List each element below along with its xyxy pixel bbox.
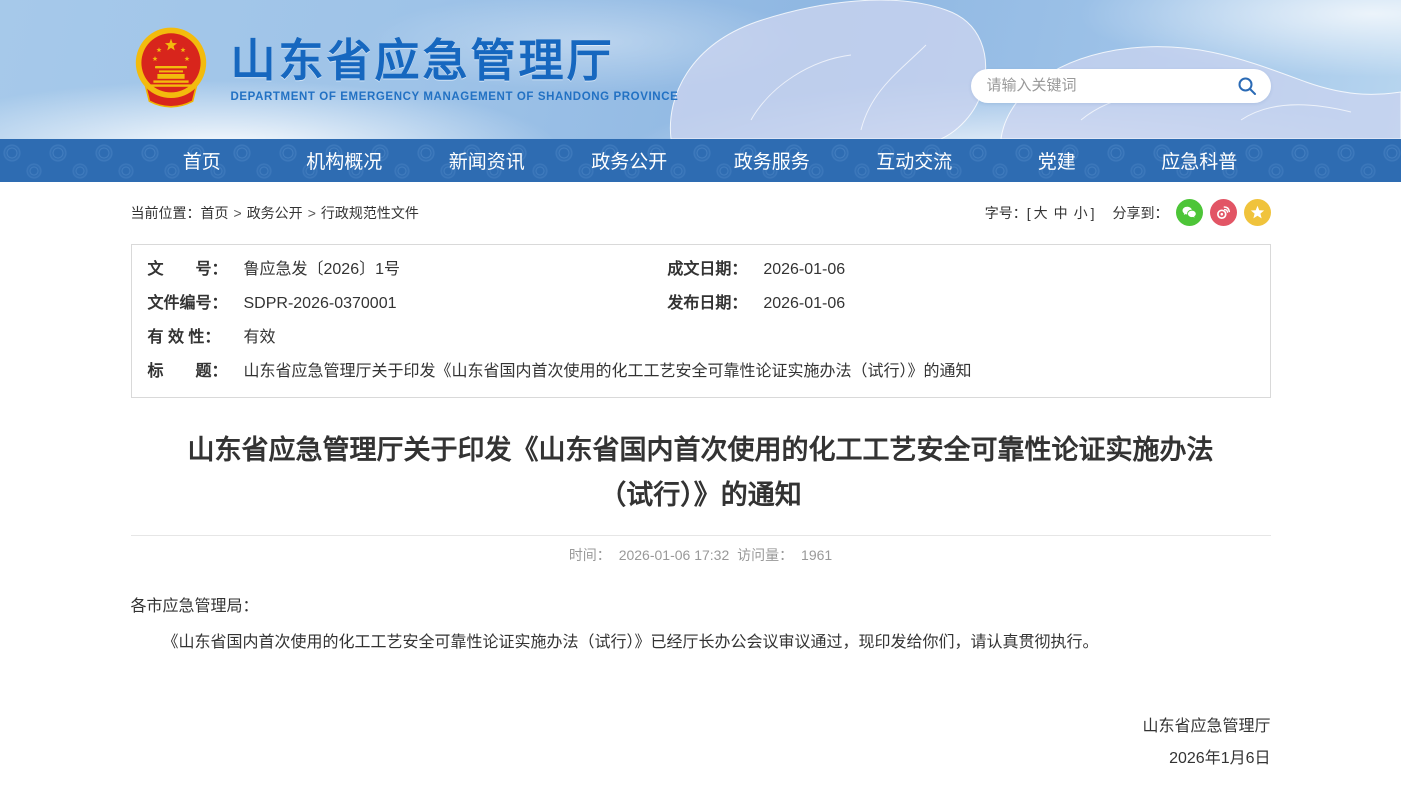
font-size-label: 字号： [985,203,1027,223]
doc-title-label: 标 题： [148,361,244,383]
nav-item-party-building[interactable]: 党建 [986,139,1129,182]
doc-info-row: 有 效 性： 有效 [132,321,1270,355]
article-meta: 时间： 2026-01-06 17:32 访问量： 1961 [131,535,1271,565]
page-toolbar: 字号： [ 大 中 小 ] 分享到： [985,199,1271,226]
breadcrumb-separator: > [234,205,242,221]
bracket-open: [ [1027,205,1031,221]
breadcrumb: 当前位置：首页 > 政务公开 > 行政规范性文件 [131,203,419,223]
qzone-star-icon [1249,204,1266,221]
article-title: 山东省应急管理厅关于印发《山东省国内首次使用的化工工艺安全可靠性论证实施办法（试… [131,428,1271,517]
wechat-icon [1181,204,1198,221]
site-title: 山东省应急管理厅 [231,36,679,86]
signature-date: 2026年1月6日 [131,746,1271,772]
article-visits-label: 访问量： [737,547,793,563]
doc-validity-value: 有效 [244,327,1254,349]
breadcrumb-section-link[interactable]: 政务公开 [247,205,303,221]
breadcrumb-home-link[interactable]: 首页 [201,205,229,221]
search-input[interactable] [987,77,1235,94]
doc-number-label: 文 号： [148,259,244,281]
weibo-share-button[interactable] [1210,199,1237,226]
doc-number-value: 鲁应急发〔2026〕1号 [244,259,668,281]
breadcrumb-current: 行政规范性文件 [321,205,419,221]
site-logo-area: 山东省应急管理厅 DEPARTMENT OF EMERGENCY MANAGEM… [131,24,679,116]
document-info-box: 文 号： 鲁应急发〔2026〕1号 成文日期： 2026-01-06 文件编号：… [131,244,1271,398]
bracket-close: ] [1091,205,1095,221]
doc-validity-label: 有 效 性： [148,327,244,349]
share-label: 分享到： [1113,203,1169,223]
page-bottom-padding [0,772,1401,798]
site-header: 山东省应急管理厅 DEPARTMENT OF EMERGENCY MANAGEM… [0,0,1401,139]
nav-item-home[interactable]: 首页 [131,139,274,182]
article-time-label: 时间： [569,547,611,563]
weibo-icon [1215,204,1232,221]
doc-file-id-label: 文件编号： [148,293,244,315]
article-signature: 山东省应急管理厅 2026年1月6日 [131,714,1271,771]
doc-written-date-value: 2026-01-06 [763,259,1253,281]
doc-info-row: 文件编号： SDPR-2026-0370001 发布日期： 2026-01-06 [132,287,1270,321]
font-size-large-button[interactable]: 大 [1034,203,1048,223]
qzone-share-button[interactable] [1244,199,1271,226]
breadcrumb-prefix: 当前位置： [131,205,201,221]
font-size-small-button[interactable]: 小 [1074,203,1088,223]
article-salutation: 各市应急管理局： [131,591,1271,622]
site-title-english: DEPARTMENT OF EMERGENCY MANAGEMENT OF SH… [231,91,679,103]
article-body: 各市应急管理局： 《山东省国内首次使用的化工工艺安全可靠性论证实施办法（试行）》… [131,591,1271,772]
doc-file-id-value: SDPR-2026-0370001 [244,293,668,315]
nav-item-gov-services[interactable]: 政务服务 [701,139,844,182]
doc-title-value: 山东省应急管理厅关于印发《山东省国内首次使用的化工工艺安全可靠性论证实施办法（试… [244,361,1254,383]
doc-written-date-label: 成文日期： [667,259,763,281]
article: 山东省应急管理厅关于印发《山东省国内首次使用的化工工艺安全可靠性论证实施办法（试… [131,428,1271,772]
nav-item-emergency-science[interactable]: 应急科普 [1128,139,1271,182]
main-nav: 首页 机构概况 新闻资讯 政务公开 政务服务 互动交流 党建 应急科普 [0,139,1401,182]
national-emblem-logo [131,24,211,116]
wechat-share-button[interactable] [1176,199,1203,226]
article-visits-value: 1961 [801,547,832,563]
doc-publish-date-value: 2026-01-06 [763,293,1253,315]
nav-item-organization[interactable]: 机构概况 [273,139,416,182]
search-button[interactable] [1235,74,1259,98]
nav-item-interaction[interactable]: 互动交流 [843,139,986,182]
signature-name: 山东省应急管理厅 [131,714,1271,740]
breadcrumb-toolbar-row: 当前位置：首页 > 政务公开 > 行政规范性文件 字号： [ 大 中 小 ] 分享到： [131,182,1271,234]
breadcrumb-separator: > [308,205,316,221]
doc-info-row: 标 题： 山东省应急管理厅关于印发《山东省国内首次使用的化工工艺安全可靠性论证实… [132,355,1270,389]
search-icon [1237,76,1257,96]
nav-item-news[interactable]: 新闻资讯 [416,139,559,182]
article-time-value: 2026-01-06 17:32 [619,547,730,563]
search-box [971,69,1271,103]
font-size-medium-button[interactable]: 中 [1054,203,1068,223]
article-paragraph: 《山东省国内首次使用的化工工艺安全可靠性论证实施办法（试行）》已经厅长办公会议审… [131,627,1271,658]
doc-info-row: 文 号： 鲁应急发〔2026〕1号 成文日期： 2026-01-06 [132,253,1270,287]
doc-publish-date-label: 发布日期： [667,293,763,315]
nav-item-gov-disclosure[interactable]: 政务公开 [558,139,701,182]
